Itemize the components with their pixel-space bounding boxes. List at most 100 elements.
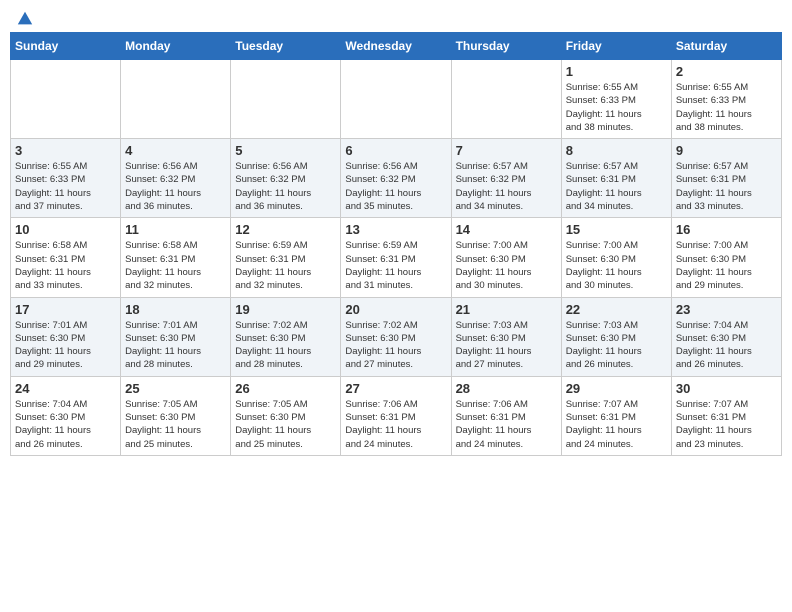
day-number: 23	[676, 302, 777, 317]
header-monday: Monday	[121, 33, 231, 60]
day-info: Sunrise: 7:06 AM Sunset: 6:31 PM Dayligh…	[345, 398, 446, 451]
day-info: Sunrise: 7:00 AM Sunset: 6:30 PM Dayligh…	[566, 239, 667, 292]
calendar-cell: 12 Sunrise: 6:59 AM Sunset: 6:31 PM Dayli…	[231, 218, 341, 297]
day-info: Sunrise: 7:05 AM Sunset: 6:30 PM Dayligh…	[125, 398, 226, 451]
day-number: 8	[566, 143, 667, 158]
day-info: Sunrise: 6:56 AM Sunset: 6:32 PM Dayligh…	[125, 160, 226, 213]
day-number: 10	[15, 222, 116, 237]
calendar-cell: 24Sunrise: 7:04 AM Sunset: 6:30 PM Dayli…	[11, 376, 121, 455]
header-saturday: Saturday	[671, 33, 781, 60]
day-number: 2	[676, 64, 777, 79]
calendar-week-row: 24Sunrise: 7:04 AM Sunset: 6:30 PM Dayli…	[11, 376, 782, 455]
day-info: Sunrise: 7:04 AM Sunset: 6:30 PM Dayligh…	[15, 398, 116, 451]
day-info: Sunrise: 7:01 AM Sunset: 6:30 PM Dayligh…	[15, 319, 116, 372]
calendar-cell	[231, 60, 341, 139]
day-number: 30	[676, 381, 777, 396]
day-number: 13	[345, 222, 446, 237]
day-info: Sunrise: 7:03 AM Sunset: 6:30 PM Dayligh…	[456, 319, 557, 372]
day-info: Sunrise: 6:55 AM Sunset: 6:33 PM Dayligh…	[566, 81, 667, 134]
day-number: 11	[125, 222, 226, 237]
calendar-cell: 2 Sunrise: 6:55 AM Sunset: 6:33 PM Daylig…	[671, 60, 781, 139]
day-number: 15	[566, 222, 667, 237]
day-info: Sunrise: 6:57 AM Sunset: 6:31 PM Dayligh…	[566, 160, 667, 213]
calendar-cell: 25 Sunrise: 7:05 AM Sunset: 6:30 PM Dayli…	[121, 376, 231, 455]
header-sunday: Sunday	[11, 33, 121, 60]
day-number: 20	[345, 302, 446, 317]
calendar-table: SundayMondayTuesdayWednesdayThursdayFrid…	[10, 32, 782, 456]
calendar-cell: 8 Sunrise: 6:57 AM Sunset: 6:31 PM Daylig…	[561, 139, 671, 218]
calendar-cell: 7Sunrise: 6:57 AM Sunset: 6:32 PM Daylig…	[451, 139, 561, 218]
calendar-week-row: 3 Sunrise: 6:55 AM Sunset: 6:33 PM Daylig…	[11, 139, 782, 218]
calendar-cell: 23 Sunrise: 7:04 AM Sunset: 6:30 PM Dayli…	[671, 297, 781, 376]
header-tuesday: Tuesday	[231, 33, 341, 60]
day-info: Sunrise: 6:58 AM Sunset: 6:31 PM Dayligh…	[125, 239, 226, 292]
day-info: Sunrise: 7:01 AM Sunset: 6:30 PM Dayligh…	[125, 319, 226, 372]
calendar-cell: 22 Sunrise: 7:03 AM Sunset: 6:30 PM Dayli…	[561, 297, 671, 376]
logo-icon	[16, 10, 34, 28]
day-number: 6	[345, 143, 446, 158]
calendar-cell: 5 Sunrise: 6:56 AM Sunset: 6:32 PM Daylig…	[231, 139, 341, 218]
calendar-cell: 9 Sunrise: 6:57 AM Sunset: 6:31 PM Daylig…	[671, 139, 781, 218]
header-wednesday: Wednesday	[341, 33, 451, 60]
calendar-cell: 13 Sunrise: 6:59 AM Sunset: 6:31 PM Dayli…	[341, 218, 451, 297]
day-number: 27	[345, 381, 446, 396]
day-number: 16	[676, 222, 777, 237]
day-number: 18	[125, 302, 226, 317]
day-info: Sunrise: 7:00 AM Sunset: 6:30 PM Dayligh…	[456, 239, 557, 292]
calendar-cell: 20Sunrise: 7:02 AM Sunset: 6:30 PM Dayli…	[341, 297, 451, 376]
calendar-cell: 29 Sunrise: 7:07 AM Sunset: 6:31 PM Dayli…	[561, 376, 671, 455]
day-info: Sunrise: 6:59 AM Sunset: 6:31 PM Dayligh…	[235, 239, 336, 292]
day-info: Sunrise: 7:00 AM Sunset: 6:30 PM Dayligh…	[676, 239, 777, 292]
calendar-cell: 4 Sunrise: 6:56 AM Sunset: 6:32 PM Daylig…	[121, 139, 231, 218]
calendar-cell: 28 Sunrise: 7:06 AM Sunset: 6:31 PM Dayli…	[451, 376, 561, 455]
day-info: Sunrise: 7:04 AM Sunset: 6:30 PM Dayligh…	[676, 319, 777, 372]
day-info: Sunrise: 6:55 AM Sunset: 6:33 PM Dayligh…	[15, 160, 116, 213]
calendar-cell: 21 Sunrise: 7:03 AM Sunset: 6:30 PM Dayli…	[451, 297, 561, 376]
calendar-week-row: 10 Sunrise: 6:58 AM Sunset: 6:31 PM Dayli…	[11, 218, 782, 297]
day-info: Sunrise: 6:57 AM Sunset: 6:32 PM Dayligh…	[456, 160, 557, 213]
day-info: Sunrise: 7:07 AM Sunset: 6:31 PM Dayligh…	[566, 398, 667, 451]
day-number: 9	[676, 143, 777, 158]
calendar-cell: 17 Sunrise: 7:01 AM Sunset: 6:30 PM Dayli…	[11, 297, 121, 376]
day-number: 21	[456, 302, 557, 317]
day-number: 22	[566, 302, 667, 317]
day-number: 14	[456, 222, 557, 237]
calendar-cell: 1Sunrise: 6:55 AM Sunset: 6:33 PM Daylig…	[561, 60, 671, 139]
day-number: 4	[125, 143, 226, 158]
calendar-header-row: SundayMondayTuesdayWednesdayThursdayFrid…	[11, 33, 782, 60]
day-number: 28	[456, 381, 557, 396]
calendar-cell	[121, 60, 231, 139]
day-info: Sunrise: 7:02 AM Sunset: 6:30 PM Dayligh…	[235, 319, 336, 372]
day-info: Sunrise: 7:03 AM Sunset: 6:30 PM Dayligh…	[566, 319, 667, 372]
day-number: 5	[235, 143, 336, 158]
calendar-cell: 18 Sunrise: 7:01 AM Sunset: 6:30 PM Dayli…	[121, 297, 231, 376]
calendar-cell: 27 Sunrise: 7:06 AM Sunset: 6:31 PM Dayli…	[341, 376, 451, 455]
day-number: 17	[15, 302, 116, 317]
day-info: Sunrise: 7:06 AM Sunset: 6:31 PM Dayligh…	[456, 398, 557, 451]
calendar-week-row: 1Sunrise: 6:55 AM Sunset: 6:33 PM Daylig…	[11, 60, 782, 139]
day-info: Sunrise: 6:57 AM Sunset: 6:31 PM Dayligh…	[676, 160, 777, 213]
day-info: Sunrise: 6:58 AM Sunset: 6:31 PM Dayligh…	[15, 239, 116, 292]
day-number: 29	[566, 381, 667, 396]
day-number: 3	[15, 143, 116, 158]
calendar-cell: 15 Sunrise: 7:00 AM Sunset: 6:30 PM Dayli…	[561, 218, 671, 297]
calendar-cell: 16 Sunrise: 7:00 AM Sunset: 6:30 PM Dayli…	[671, 218, 781, 297]
page-header	[10, 10, 782, 24]
day-number: 25	[125, 381, 226, 396]
day-info: Sunrise: 6:59 AM Sunset: 6:31 PM Dayligh…	[345, 239, 446, 292]
calendar-cell: 26Sunrise: 7:05 AM Sunset: 6:30 PM Dayli…	[231, 376, 341, 455]
calendar-week-row: 17 Sunrise: 7:01 AM Sunset: 6:30 PM Dayli…	[11, 297, 782, 376]
calendar-cell: 19 Sunrise: 7:02 AM Sunset: 6:30 PM Dayli…	[231, 297, 341, 376]
day-info: Sunrise: 6:56 AM Sunset: 6:32 PM Dayligh…	[345, 160, 446, 213]
day-number: 19	[235, 302, 336, 317]
header-friday: Friday	[561, 33, 671, 60]
day-number: 12	[235, 222, 336, 237]
calendar-cell	[341, 60, 451, 139]
calendar-cell: 6 Sunrise: 6:56 AM Sunset: 6:32 PM Daylig…	[341, 139, 451, 218]
header-thursday: Thursday	[451, 33, 561, 60]
logo	[14, 10, 34, 24]
day-info: Sunrise: 6:55 AM Sunset: 6:33 PM Dayligh…	[676, 81, 777, 134]
day-info: Sunrise: 7:07 AM Sunset: 6:31 PM Dayligh…	[676, 398, 777, 451]
day-info: Sunrise: 7:05 AM Sunset: 6:30 PM Dayligh…	[235, 398, 336, 451]
day-info: Sunrise: 6:56 AM Sunset: 6:32 PM Dayligh…	[235, 160, 336, 213]
